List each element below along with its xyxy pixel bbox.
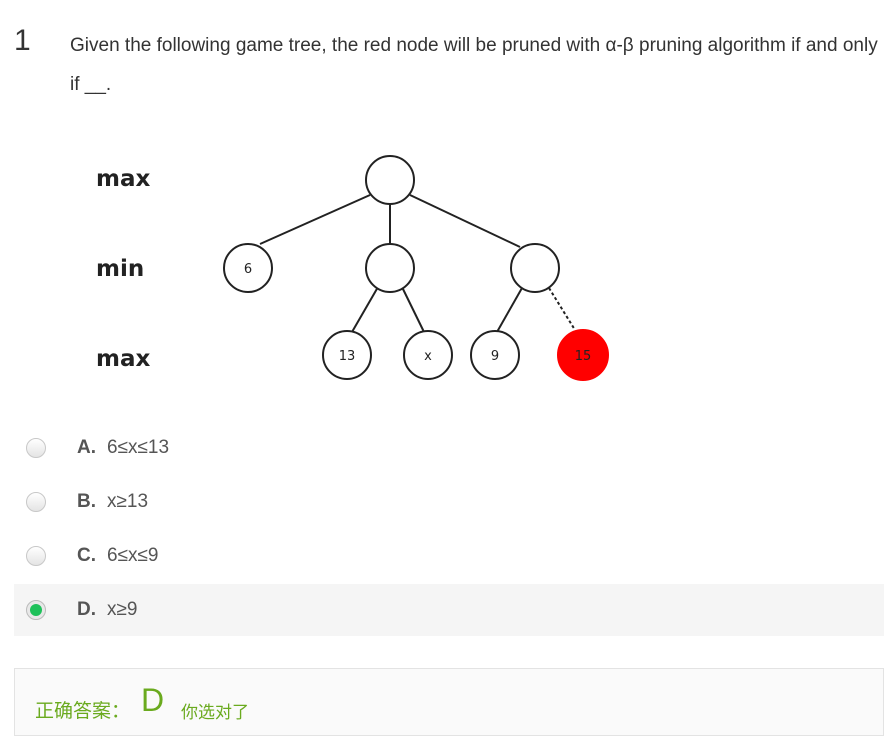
option-c[interactable]: C. 6≤x≤9 xyxy=(14,530,884,582)
option-a-letter: A. xyxy=(77,437,96,458)
radio-a[interactable] xyxy=(26,438,46,458)
node-root xyxy=(365,155,415,205)
node-leaf-2-label: x xyxy=(424,349,432,364)
option-c-text: 6≤x≤9 xyxy=(107,545,159,566)
radio-b[interactable] xyxy=(26,492,46,512)
edge-root-min-right xyxy=(409,194,521,248)
edge-min-middle-leaf-1 xyxy=(351,286,379,333)
edge-min-right-leaf-3 xyxy=(496,287,523,333)
option-c-letter: C. xyxy=(77,545,96,566)
option-a[interactable]: A. 6≤x≤13 xyxy=(14,422,884,474)
option-d[interactable]: D. x≥9 xyxy=(14,584,884,636)
option-b-letter: B. xyxy=(77,491,96,512)
correct-answer-label: 正确答案： xyxy=(35,701,131,722)
level-label-max-bottom: max xyxy=(96,346,150,372)
feedback-message: 你选对了 xyxy=(181,703,249,722)
edge-min-right-leaf-4-dashed xyxy=(548,287,576,331)
edge-min-middle-leaf-2 xyxy=(401,286,425,333)
node-min-right xyxy=(510,243,560,293)
node-leaf-4-label: 15 xyxy=(575,349,592,364)
option-b-text: x≥13 xyxy=(107,491,149,512)
option-b[interactable]: B. x≥13 xyxy=(14,476,884,528)
correct-answer-letter: D xyxy=(141,682,165,718)
option-d-text: x≥9 xyxy=(107,599,138,620)
node-min-middle xyxy=(365,243,415,293)
edge-root-min-left xyxy=(259,194,371,245)
node-leaf-3-label: 9 xyxy=(491,349,499,364)
node-min-left-label: 6 xyxy=(244,262,252,277)
option-d-letter: D. xyxy=(77,599,96,620)
radio-c[interactable] xyxy=(26,546,46,566)
radio-d-selected[interactable] xyxy=(26,600,46,620)
option-a-text: 6≤x≤13 xyxy=(107,437,170,458)
node-leaf-1-label: 13 xyxy=(339,349,356,364)
level-label-min: min xyxy=(96,256,144,282)
answer-feedback-box: 正确答案： D 你选对了 xyxy=(14,668,884,736)
game-tree-diagram: max min max 6 13 x 9 15 xyxy=(96,155,609,381)
level-label-max-top: max xyxy=(96,166,150,192)
